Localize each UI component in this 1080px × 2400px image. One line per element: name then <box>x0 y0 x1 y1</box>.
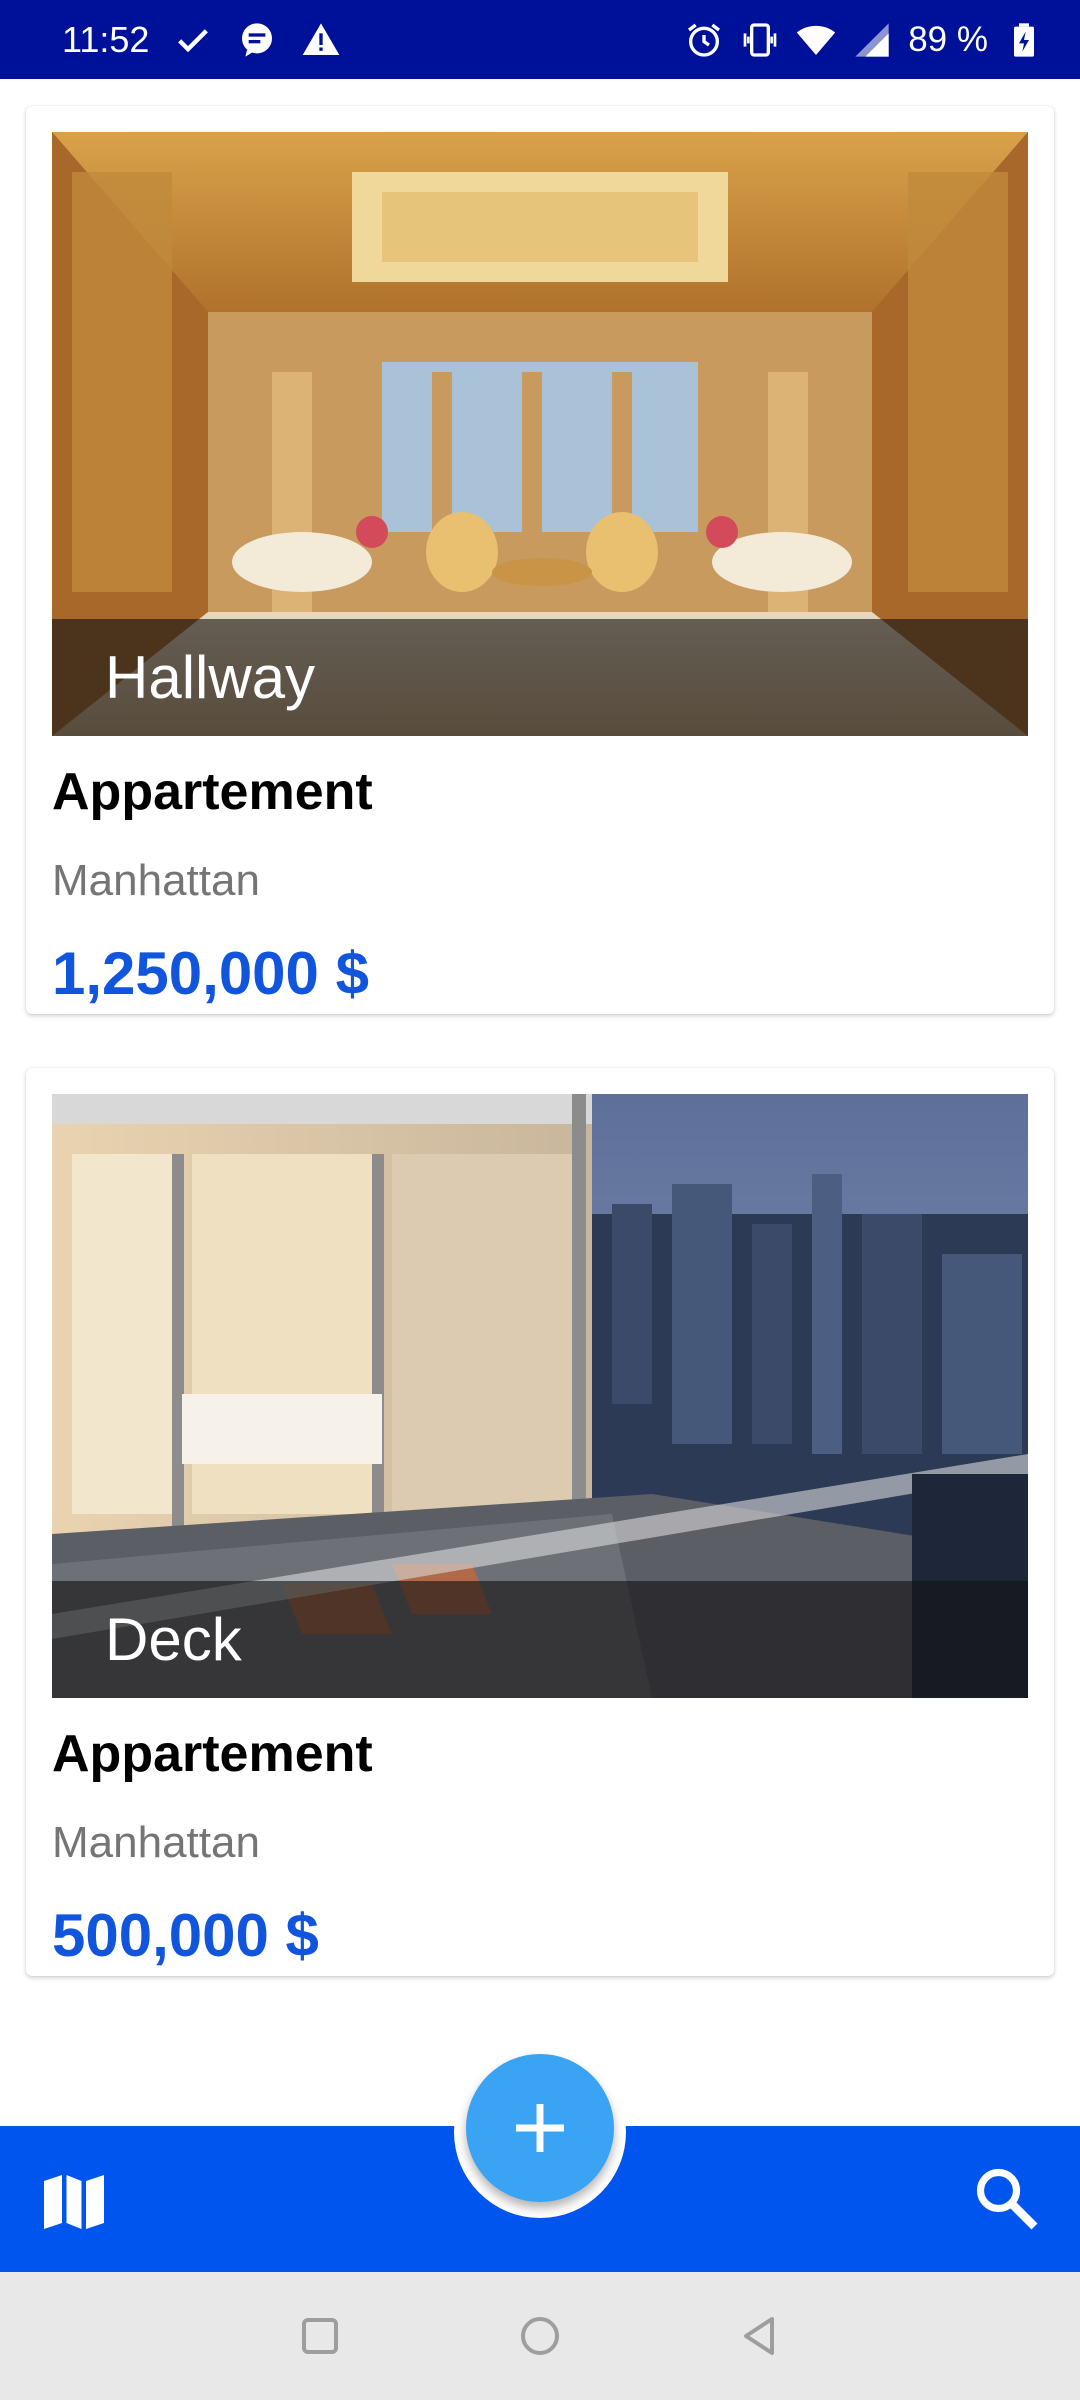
status-right: 89 % <box>684 20 1044 60</box>
system-nav-bar <box>0 2272 1080 2400</box>
photo-caption: Hallway <box>52 619 1028 736</box>
battery-charging-icon <box>1004 20 1044 60</box>
recent-apps-icon <box>302 2318 338 2354</box>
listing-card[interactable]: Hallway Appartement Manhattan 1,250,000 … <box>26 106 1054 1014</box>
message-icon <box>237 20 277 60</box>
listing-card[interactable]: Deck Appartement Manhattan 500,000 $ <box>26 1068 1054 1976</box>
back-icon <box>744 2317 774 2355</box>
add-listing-button[interactable] <box>466 2054 614 2202</box>
alarm-icon <box>684 20 724 60</box>
warning-icon <box>301 20 341 60</box>
home-icon <box>521 2317 559 2355</box>
search-button[interactable] <box>970 2162 1042 2234</box>
map-button[interactable] <box>38 2166 110 2238</box>
vibrate-icon <box>740 20 780 60</box>
check-icon <box>173 20 213 60</box>
listing-title: Appartement <box>52 1725 373 1783</box>
listing-photo[interactable]: Hallway <box>52 132 1028 736</box>
home-button[interactable] <box>516 2312 564 2360</box>
listing-photo[interactable]: Deck <box>52 1094 1028 1698</box>
plus-icon <box>516 2104 564 2152</box>
back-button[interactable] <box>736 2312 784 2360</box>
status-bar: 11:52 89 % <box>0 0 1080 79</box>
listing-price: 1,250,000 $ <box>52 940 369 1007</box>
recent-apps-button[interactable] <box>296 2312 344 2360</box>
listing-location: Manhattan <box>52 1818 260 1867</box>
listing-location: Manhattan <box>52 856 260 905</box>
listing-title: Appartement <box>52 763 373 821</box>
battery-percent: 89 % <box>908 19 988 59</box>
status-time: 11:52 <box>62 18 150 60</box>
photo-caption: Deck <box>52 1581 1028 1698</box>
listing-price: 500,000 $ <box>52 1902 319 1969</box>
status-left: 11:52 <box>62 19 341 61</box>
signal-icon <box>852 20 892 60</box>
wifi-icon <box>796 20 836 60</box>
map-icon <box>44 2175 104 2229</box>
search-icon <box>976 2168 1038 2230</box>
